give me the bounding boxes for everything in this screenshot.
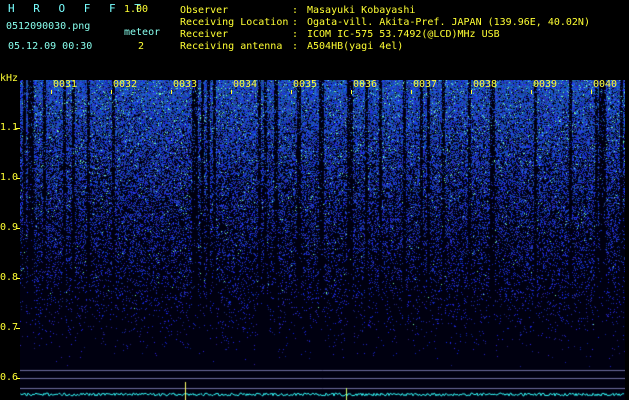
meteor-count: 2 bbox=[138, 41, 145, 52]
y-tick-mark bbox=[16, 128, 20, 129]
x-tick-label: 0032 bbox=[113, 79, 138, 90]
header-panel: H R O F F T 1.00 0512090030.png meteor 2… bbox=[0, 0, 629, 76]
x-tick-label: 0040 bbox=[593, 79, 618, 90]
x-tick-mark bbox=[471, 90, 472, 94]
spectrogram-canvas bbox=[20, 80, 625, 400]
x-tick-label: 0038 bbox=[473, 79, 498, 90]
x-tick-mark bbox=[531, 90, 532, 94]
x-tick-mark bbox=[171, 90, 172, 94]
x-tick-label: 0037 bbox=[413, 79, 438, 90]
location-value: Ogata-vill. Akita-Pref. JAPAN (139.96E, … bbox=[307, 17, 590, 28]
x-tick-label: 0039 bbox=[533, 79, 558, 90]
x-tick-mark bbox=[591, 90, 592, 94]
file-name: 0512090030.png bbox=[6, 21, 91, 32]
x-tick-mark bbox=[51, 90, 52, 94]
y-tick-mark bbox=[16, 328, 20, 329]
x-tick-label: 0034 bbox=[233, 79, 258, 90]
y-tick-mark bbox=[16, 278, 20, 279]
receiver-key: Receiver bbox=[180, 29, 229, 40]
x-tick-mark bbox=[351, 90, 352, 94]
receiver-value: ICOM IC-575 53.7492(@LCD)MHz USB bbox=[307, 29, 500, 40]
antenna-colon: : bbox=[292, 41, 299, 52]
x-tick-mark bbox=[111, 90, 112, 94]
antenna-key: Receiving antenna bbox=[180, 41, 283, 52]
date-time: 05.12.09 00:30 bbox=[8, 41, 93, 52]
y-tick-mark bbox=[16, 178, 20, 179]
x-tick-mark bbox=[231, 90, 232, 94]
spectrogram-plot bbox=[20, 80, 625, 400]
x-tick-label: 0036 bbox=[353, 79, 378, 90]
y-tick-mark bbox=[16, 228, 20, 229]
location-colon: : bbox=[292, 17, 299, 28]
observer-value: Masayuki Kobayashi bbox=[307, 5, 416, 16]
x-tick-label: 0033 bbox=[173, 79, 198, 90]
receiver-colon: : bbox=[292, 29, 299, 40]
app-version: 1.00 bbox=[124, 4, 149, 15]
observer-key: Observer bbox=[180, 5, 229, 16]
y-tick-mark bbox=[16, 378, 20, 379]
x-tick-mark bbox=[291, 90, 292, 94]
x-tick-label: 0031 bbox=[53, 79, 78, 90]
y-unit-label: kHz bbox=[0, 73, 19, 84]
x-tick-label: 0035 bbox=[293, 79, 318, 90]
meteor-label: meteor bbox=[124, 27, 161, 38]
x-tick-mark bbox=[411, 90, 412, 94]
observer-colon: : bbox=[292, 5, 299, 16]
antenna-value: A504HB(yagi 4el) bbox=[307, 41, 404, 52]
location-key: Receiving Location bbox=[180, 17, 289, 28]
